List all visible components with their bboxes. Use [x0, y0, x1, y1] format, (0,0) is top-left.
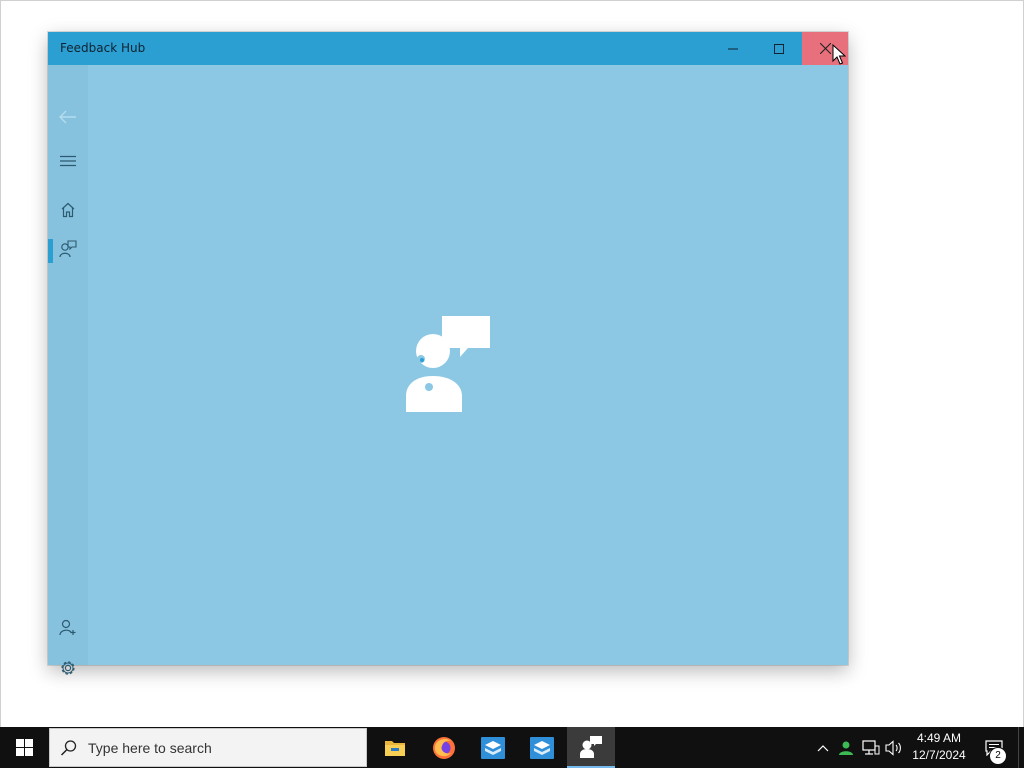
home-nav-button[interactable]	[48, 192, 88, 228]
taskbar-file-explorer[interactable]	[371, 727, 419, 768]
window-title: Feedback Hub	[60, 41, 146, 55]
user-status-icon	[839, 741, 853, 755]
back-arrow-icon	[59, 110, 76, 124]
tray-overflow-button[interactable]	[814, 727, 832, 768]
maximize-button[interactable]	[756, 32, 802, 65]
clock-date: 12/7/2024	[912, 748, 966, 762]
start-button[interactable]	[0, 727, 48, 768]
network-icon	[862, 739, 880, 755]
file-explorer-icon	[385, 740, 405, 756]
add-account-button[interactable]	[48, 609, 88, 645]
feedback-hub-logo-icon	[406, 316, 490, 412]
taskbar-clock[interactable]: 4:49 AM 12/7/2024	[904, 730, 974, 766]
taskbar: Type here to search 4:49 AM 12/7/2024 2	[0, 727, 1024, 768]
mouse-cursor	[832, 43, 847, 70]
show-desktop-button[interactable]	[1018, 727, 1024, 768]
sandbox-icon	[481, 736, 505, 759]
tray-volume[interactable]	[884, 727, 904, 768]
chevron-up-icon	[817, 744, 829, 751]
taskbar-sandbox-2[interactable]	[518, 727, 566, 768]
cursor-arrow-icon	[832, 43, 847, 65]
close-icon	[819, 43, 831, 54]
taskbar-firefox[interactable]	[420, 727, 468, 768]
feedback-hub-window: Feedback Hub	[48, 32, 848, 675]
feedback-icon	[59, 240, 77, 258]
settings-button[interactable]	[48, 650, 88, 686]
taskbar-search-box[interactable]: Type here to search	[49, 728, 367, 767]
firefox-icon	[433, 736, 455, 759]
windows-logo-icon	[15, 739, 33, 756]
maximize-icon	[774, 43, 784, 54]
title-bar[interactable]: Feedback Hub	[48, 32, 848, 65]
back-button[interactable]	[48, 99, 88, 135]
tray-network[interactable]	[860, 727, 882, 768]
search-icon	[60, 740, 77, 756]
sandbox-icon-2	[530, 736, 554, 759]
hamburger-menu-icon	[60, 155, 76, 167]
navigation-rail	[48, 65, 88, 675]
minimize-icon	[728, 48, 738, 49]
splash-logo	[400, 310, 496, 418]
taskbar-sandbox[interactable]	[469, 727, 517, 768]
speaker-icon	[885, 739, 901, 756]
hamburger-menu-button[interactable]	[48, 143, 88, 179]
add-person-icon	[59, 619, 76, 636]
minimize-button[interactable]	[710, 32, 756, 65]
home-icon	[61, 202, 75, 218]
tray-user-status[interactable]	[836, 727, 856, 768]
feedback-nav-button[interactable]	[48, 231, 88, 267]
feedback-hub-icon	[580, 735, 602, 758]
search-placeholder: Type here to search	[88, 740, 212, 756]
notification-count-badge: 2	[989, 747, 1007, 765]
taskbar-feedback-hub[interactable]	[567, 727, 615, 768]
clock-time: 4:49 AM	[916, 731, 962, 745]
gear-icon	[61, 661, 75, 675]
